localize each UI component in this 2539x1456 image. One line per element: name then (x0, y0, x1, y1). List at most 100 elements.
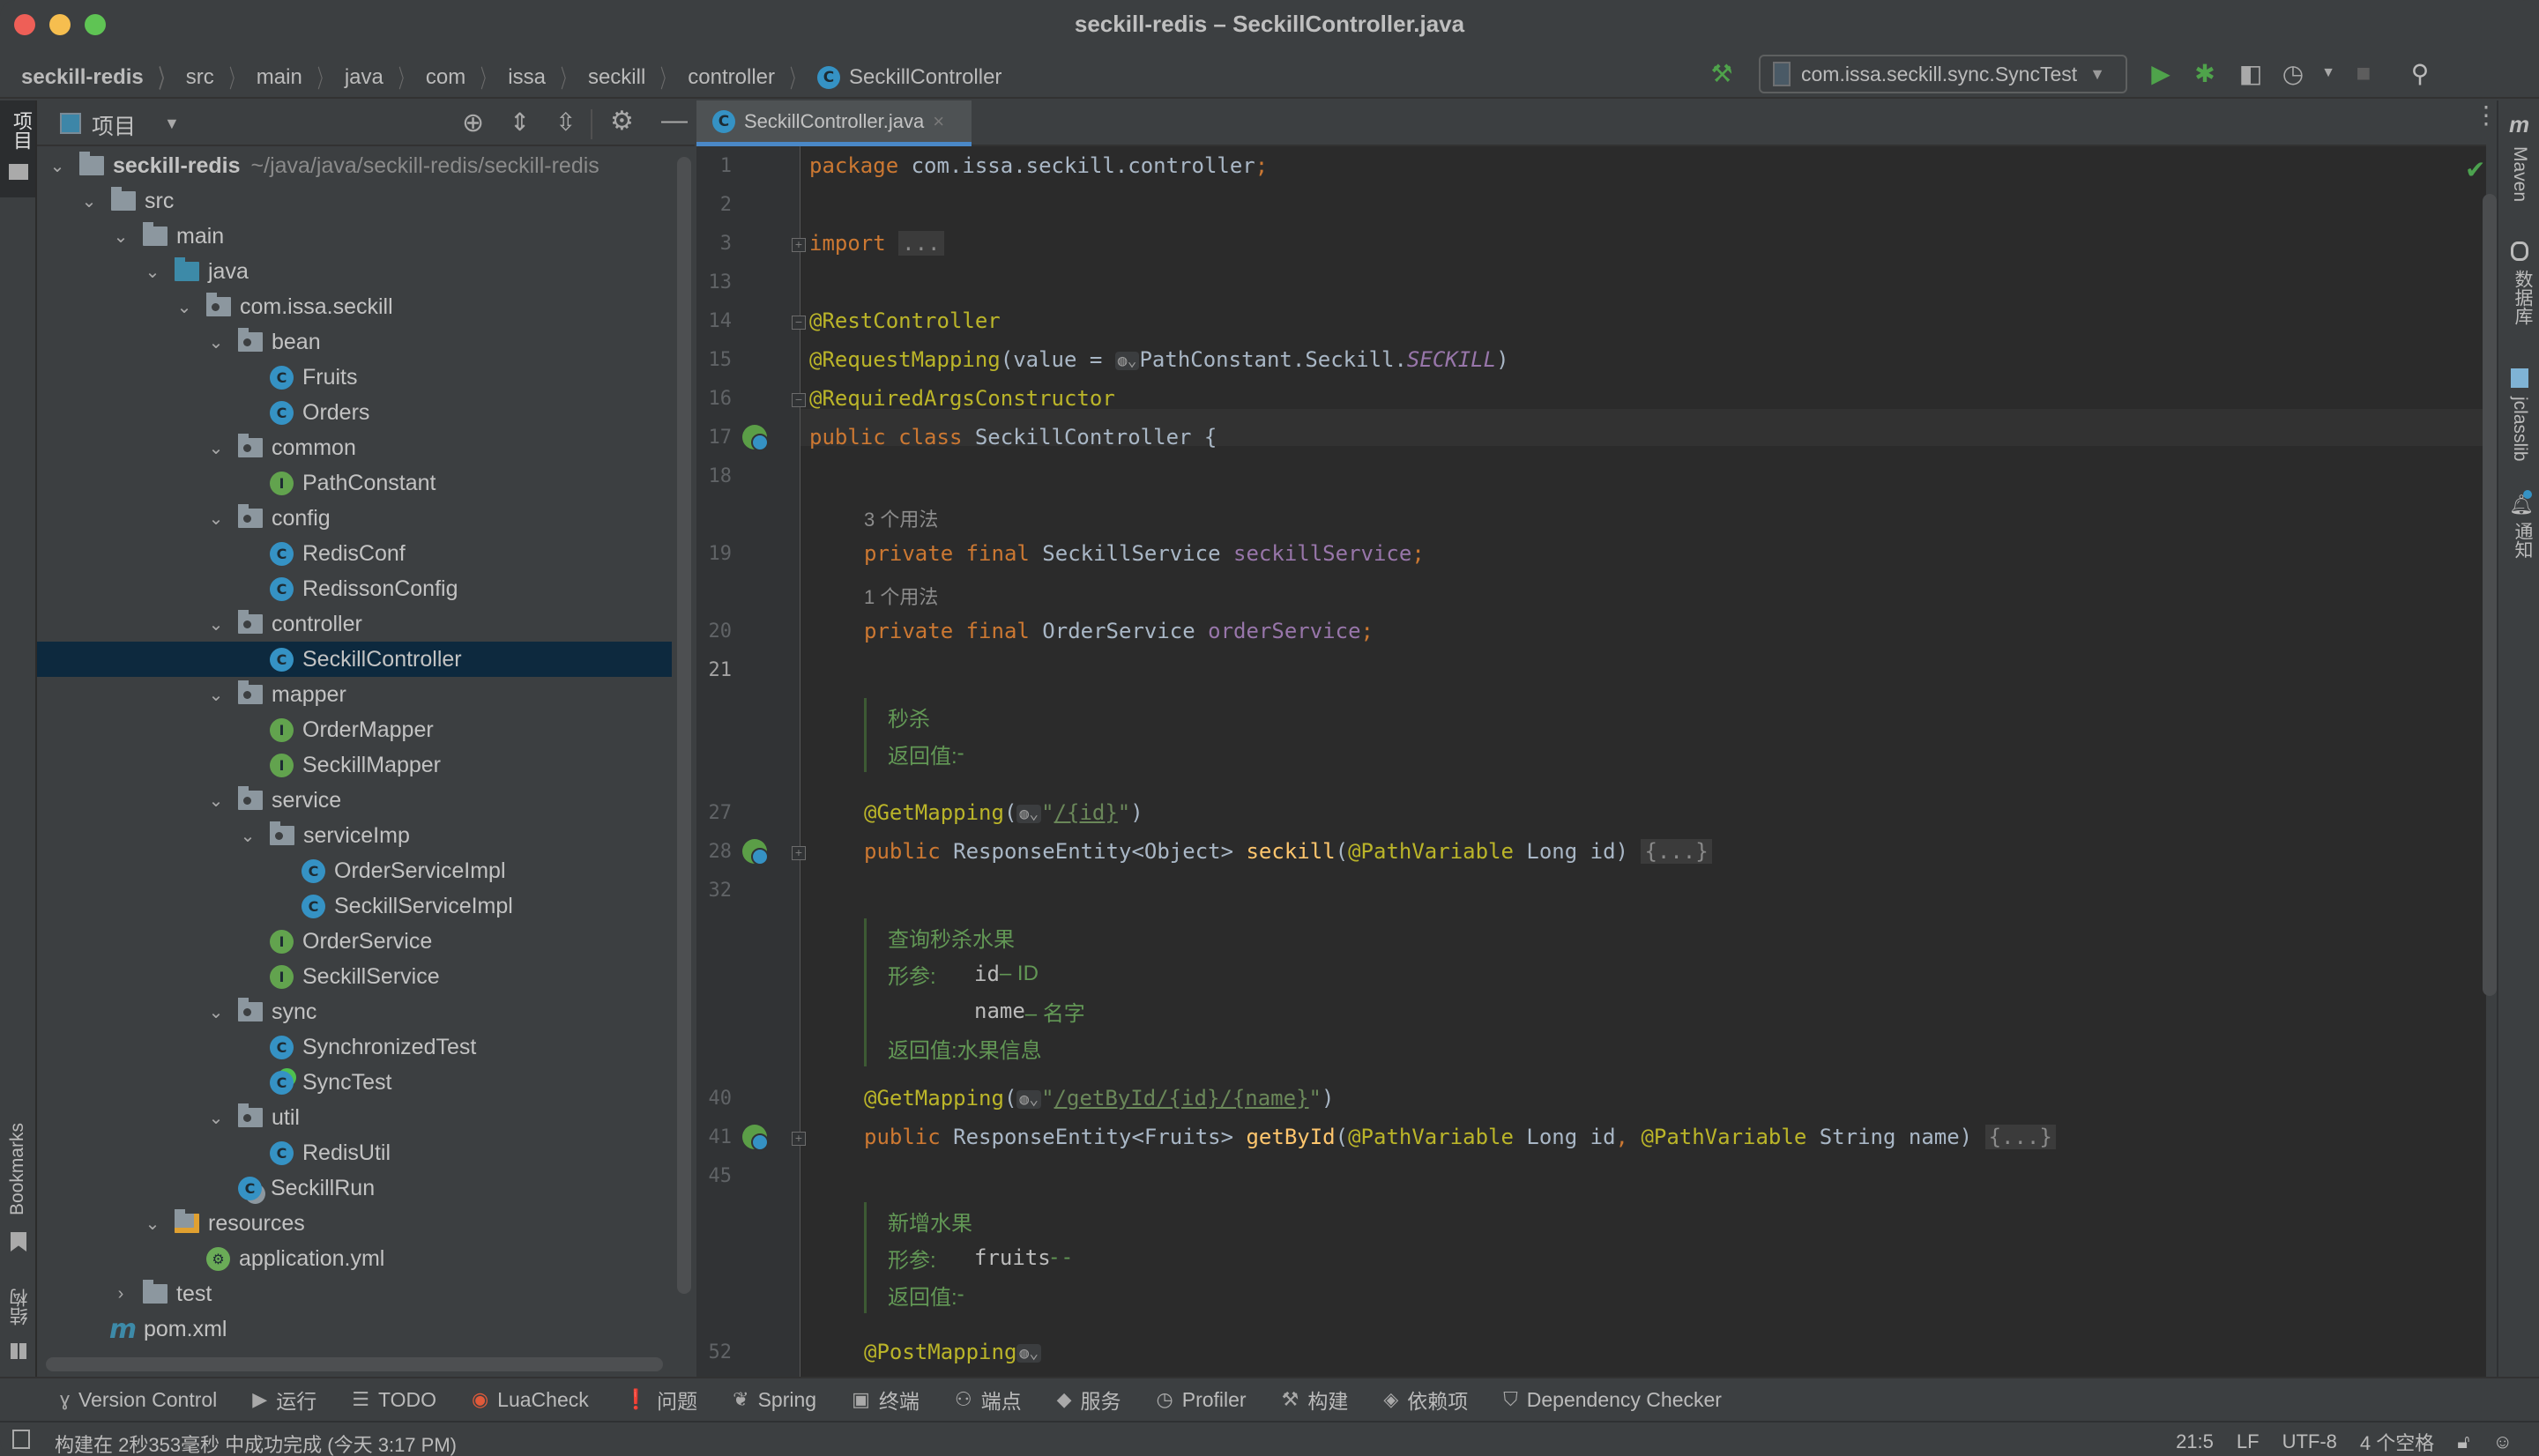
line-separator[interactable]: LF (2237, 1430, 2260, 1453)
locate-file-icon[interactable]: ⊕ (462, 108, 484, 138)
profile-icon[interactable]: ◷ (2278, 58, 2308, 88)
tree-item[interactable]: ⌄ seckill-redis ~/java/java/seckill-redis/… (37, 148, 672, 183)
project-tool-button[interactable]: 项目 (0, 100, 35, 197)
breadcrumb-item[interactable]: seckill-redis 〉 (21, 60, 186, 95)
stop-icon[interactable]: ■ (2349, 58, 2379, 88)
tree-item[interactable]: ⌄ bean (37, 324, 672, 360)
chevron-down-icon[interactable]: ⌄ (48, 155, 67, 177)
tool-window-button[interactable]: ❗ 问题 (624, 1385, 697, 1415)
tool-window-button[interactable]: ◷ Profiler (1157, 1388, 1247, 1412)
chevron-down-icon[interactable]: ⌄ (206, 613, 226, 635)
file-encoding[interactable]: UTF-8 (2282, 1430, 2337, 1453)
tree-item[interactable]: C SeckillServiceImpl (37, 888, 672, 924)
breadcrumb-item[interactable]: C SeckillController (817, 65, 1001, 90)
run-configuration-selector[interactable]: com.issa.seckill.sync.SyncTest ▼ (1759, 55, 2127, 93)
tree-item[interactable]: ⌄ serviceImp (37, 818, 672, 853)
chevron-down-icon[interactable]: ⌄ (206, 331, 226, 353)
close-tab-icon[interactable]: × (933, 110, 944, 133)
tree-item[interactable]: ⚙ application.yml (37, 1241, 672, 1276)
chevron-down-icon[interactable]: ▼ (164, 115, 180, 133)
tree-item[interactable]: C Orders (37, 395, 672, 430)
tree-item[interactable]: C OrderServiceImpl (37, 853, 672, 888)
debug-icon[interactable]: ✱ (2190, 58, 2220, 88)
tree-item[interactable]: ⌄ mapper (37, 677, 672, 712)
tool-window-button[interactable]: ▣ 终端 (852, 1385, 920, 1415)
web-endpoint-icon[interactable]: ◍⌄ (1016, 1343, 1042, 1363)
gear-icon[interactable]: ⚙ (610, 106, 634, 137)
tree-item[interactable]: ⌄ config (37, 501, 672, 536)
tree-item[interactable]: I OrderMapper (37, 712, 672, 747)
chevron-down-icon[interactable]: ⌄ (143, 1213, 162, 1235)
editor-vertical-scrollbar[interactable] (2483, 194, 2497, 996)
project-horizontal-scrollbar[interactable] (46, 1357, 663, 1371)
chevron-down-icon[interactable]: ⌄ (206, 790, 226, 812)
tree-item[interactable]: ⌄ controller (37, 606, 672, 642)
tree-item[interactable]: C RedissonConfig (37, 571, 672, 606)
fold-collapse-icon[interactable]: − (792, 316, 806, 330)
web-endpoint-icon[interactable]: ◍⌄ (1016, 804, 1042, 823)
chevron-down-icon[interactable]: ⌄ (175, 296, 194, 318)
tree-item[interactable]: ⌄ src (37, 183, 672, 219)
breadcrumb-item[interactable]: issa 〉 (508, 60, 588, 95)
tool-window-button[interactable]: ◆ 服务 (1057, 1385, 1121, 1415)
tool-window-button[interactable]: ⛉ Dependency Checker (1503, 1388, 1722, 1412)
tree-item[interactable]: I OrderService (37, 924, 672, 959)
bookmarks-tool-button[interactable]: Bookmarks (7, 1123, 28, 1215)
chevron-down-icon[interactable]: ⌄ (111, 226, 130, 248)
folded-method-body[interactable]: {...} (1641, 839, 1712, 864)
chevron-down-icon[interactable]: ⌄ (143, 261, 162, 283)
coverage-icon[interactable]: ◧ (2236, 58, 2266, 88)
hide-panel-icon[interactable]: — (661, 106, 688, 136)
chevron-down-icon[interactable]: ⌄ (206, 1001, 226, 1023)
expand-all-icon[interactable]: ⇕ (510, 108, 530, 137)
chevron-down-icon[interactable]: ⌄ (79, 190, 99, 212)
web-endpoint-icon[interactable]: ◍⌄ (1016, 1089, 1042, 1109)
usage-hint[interactable]: 3 个用法 (864, 504, 938, 532)
folded-method-body[interactable]: {...} (1984, 1125, 2056, 1149)
fold-collapse-icon[interactable]: − (792, 393, 806, 407)
tree-item[interactable]: C SynchronizedTest (37, 1029, 672, 1065)
folded-imports[interactable]: ... (898, 231, 944, 256)
tree-item[interactable]: ⌄ sync (37, 994, 672, 1029)
tree-item[interactable]: ⌄ common (37, 430, 672, 465)
chevron-down-icon[interactable]: ⌄ (206, 508, 226, 530)
breadcrumb-item[interactable]: controller 〉 (688, 60, 817, 95)
more-options-icon[interactable]: ⋮ (2474, 100, 2498, 130)
notifications-tool-button[interactable]: 通知 (2509, 522, 2535, 559)
tree-item[interactable]: m pom.xml (37, 1311, 672, 1347)
breadcrumb-item[interactable]: seckill 〉 (588, 60, 688, 95)
tree-item[interactable]: I PathConstant (37, 465, 672, 501)
tree-item[interactable]: ⌄ java (37, 254, 672, 289)
tool-window-button[interactable]: ◉ LuaCheck (472, 1388, 589, 1412)
chevron-down-icon[interactable]: ▼ (2313, 58, 2343, 88)
tool-window-button[interactable]: ◈ 依赖项 (1383, 1385, 1468, 1415)
inspector-icon[interactable]: ☺ (2493, 1430, 2513, 1453)
usage-hint[interactable]: 1 个用法 (864, 582, 938, 610)
tree-item[interactable]: C Fruits (37, 360, 672, 395)
code-editor[interactable]: 1 2 3 13 14 15 16 17 18 19 20 21 27 28 3… (696, 146, 2486, 1377)
breadcrumb-item[interactable]: com 〉 (426, 60, 508, 95)
endpoint-gutter-icon[interactable] (742, 839, 769, 865)
tool-window-button[interactable]: ɣ Version Control (60, 1388, 217, 1412)
collapse-all-icon[interactable]: ⇳ (555, 108, 576, 137)
tool-window-button[interactable]: ▶ 运行 (252, 1385, 316, 1415)
tree-item[interactable]: ⌄ service (37, 783, 672, 818)
maven-tool-button[interactable]: Maven (2509, 146, 2530, 202)
run-icon[interactable]: ▶ (2146, 58, 2176, 88)
toggle-tool-windows-icon[interactable] (12, 1430, 30, 1449)
breadcrumb-item[interactable]: java 〉 (345, 60, 426, 95)
fold-expand-icon[interactable]: + (792, 1132, 806, 1146)
tool-window-button[interactable]: ⚇ 端点 (955, 1385, 1022, 1415)
web-endpoint-icon[interactable]: ◍⌄ (1114, 351, 1140, 370)
tree-item[interactable]: ⌄ util (37, 1100, 672, 1135)
endpoint-gutter-icon[interactable] (742, 1125, 769, 1151)
fold-expand-icon[interactable]: + (792, 238, 806, 252)
structure-tool-button[interactable]: 结构 (7, 1289, 34, 1326)
breadcrumb-item[interactable]: src 〉 (186, 60, 257, 95)
tree-item[interactable]: ⌄ main (37, 219, 672, 254)
inspection-ok-icon[interactable]: ✔ (2465, 155, 2485, 184)
indent-setting[interactable]: 4 个空格 (2360, 1428, 2434, 1456)
chevron-down-icon[interactable]: ⌄ (238, 825, 257, 847)
editor-tab[interactable]: C SeckillController.java × (696, 100, 972, 146)
spring-bean-gutter-icon[interactable] (742, 425, 769, 451)
